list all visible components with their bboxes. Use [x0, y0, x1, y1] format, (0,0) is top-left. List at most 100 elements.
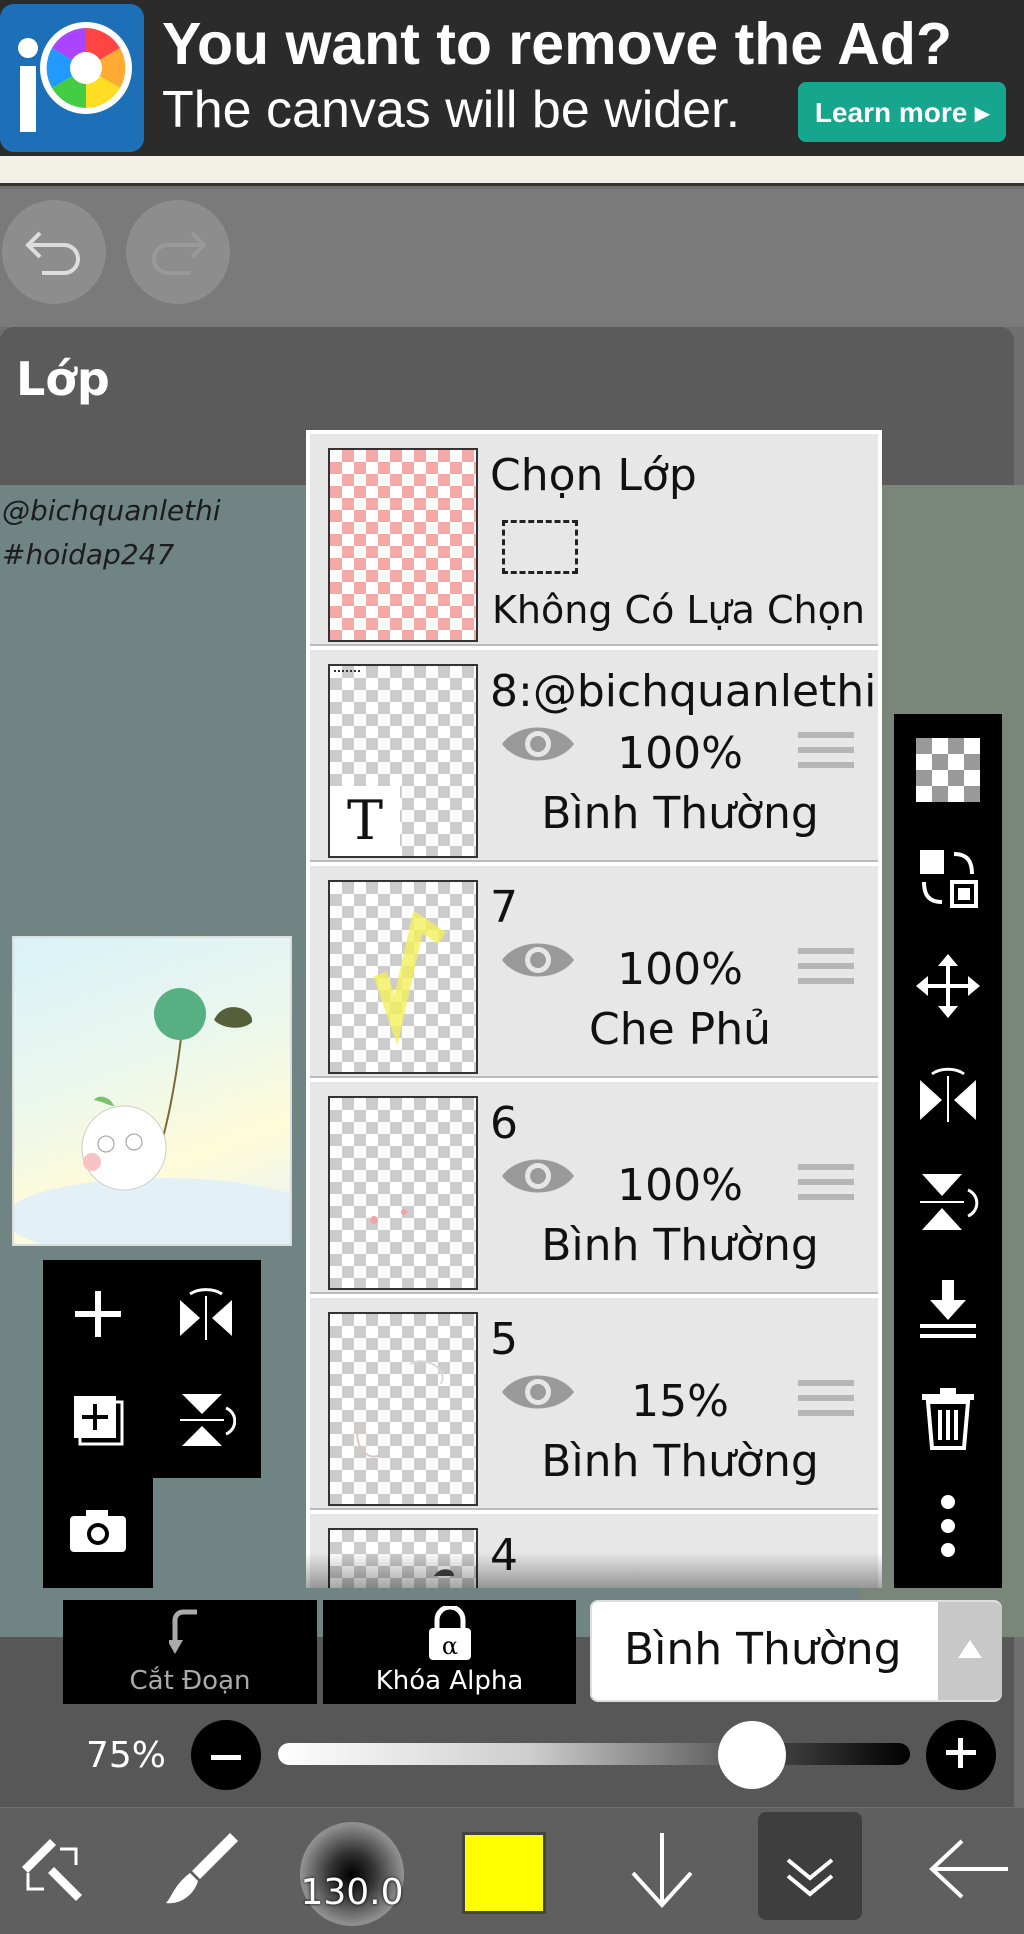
redo-icon	[146, 225, 210, 279]
undo-button[interactable]	[2, 200, 106, 304]
brush-tool-button[interactable]	[150, 1808, 254, 1934]
layer-right-toolbar	[894, 714, 1002, 1588]
clipping-icon	[167, 1608, 211, 1666]
swap-layers-icon	[916, 846, 980, 914]
add-layer-button[interactable]	[48, 1266, 148, 1366]
transform-tool-button[interactable]	[0, 1808, 104, 1934]
selection-status: Không Có Lựa Chọn	[492, 588, 865, 632]
swap-layer-button[interactable]	[894, 826, 1002, 934]
move-icon	[916, 954, 980, 1022]
trash-icon	[920, 1386, 976, 1454]
selection-layer-row[interactable]: Chọn Lớp Không Có Lựa Chọn	[310, 434, 878, 646]
clipping-label: Cắt Đoạn	[129, 1666, 251, 1696]
layer-panel-title: Lớp	[16, 352, 110, 406]
alpha-lock-label: Khóa Alpha	[375, 1666, 524, 1696]
layer-row[interactable]: 7 100% Che Phủ	[310, 866, 878, 1078]
selection-layer-thumbnail	[328, 448, 478, 642]
canvas-watermark-2: #hoidap247	[2, 538, 175, 571]
camera-button[interactable]	[48, 1482, 148, 1582]
eye-icon[interactable]	[500, 936, 576, 984]
thumbnail-text-mark	[334, 670, 360, 678]
layer-name: 6	[490, 1098, 518, 1149]
back-button[interactable]	[912, 1808, 1024, 1934]
double-chevron-down-icon	[784, 1852, 836, 1906]
opacity-decrease-button[interactable]	[191, 1720, 261, 1790]
layer-blend-mode: Che Phủ	[589, 1004, 771, 1055]
layer-blend-mode: Bình Thường	[541, 1220, 819, 1271]
layer-row[interactable]: T 8:@bichquanlethi 100% Bình Thường	[310, 650, 878, 862]
camera-icon	[68, 1506, 128, 1558]
flip-layer-vertical-button[interactable]	[156, 1372, 256, 1472]
layer-opacity: 100%	[617, 1160, 743, 1211]
lock-icon: α	[427, 1604, 473, 1666]
arrow-left-icon	[926, 1839, 1010, 1903]
canvas-preview[interactable]	[12, 936, 292, 1246]
layer-name: 5	[490, 1314, 518, 1365]
drag-handle-icon[interactable]	[798, 1380, 854, 1424]
drag-handle-icon[interactable]	[798, 732, 854, 776]
opacity-increase-button[interactable]	[926, 1720, 996, 1790]
move-layer-button[interactable]	[894, 934, 1002, 1042]
flip-horizontal-icon	[176, 1286, 236, 1346]
list-fade	[306, 1552, 882, 1588]
flip-vertical-icon	[176, 1390, 237, 1454]
alpha-lock-button[interactable]: α Khóa Alpha	[323, 1600, 576, 1704]
layer-thumbnail: T	[328, 664, 478, 858]
transform-tool-icon	[10, 1827, 94, 1915]
merge-down-button[interactable]	[894, 1258, 1002, 1366]
copy-layer-button[interactable]	[48, 1372, 148, 1472]
flip-layer-horizontal-button[interactable]	[156, 1266, 256, 1366]
brush-size-value: 130.0	[300, 1872, 404, 1913]
eye-icon[interactable]	[500, 720, 576, 768]
add-layer-copy-icon	[70, 1392, 126, 1452]
layer-name: 7	[490, 882, 518, 933]
drag-handle-icon[interactable]	[798, 948, 854, 992]
layer-blend-mode: Bình Thường	[541, 788, 819, 839]
triangle-up-icon	[956, 1638, 984, 1664]
blend-mode-dropdown-arrow[interactable]	[938, 1602, 1002, 1700]
canvas-watermark-1: @bichquanlethi	[2, 494, 221, 527]
eye-icon[interactable]	[500, 1152, 576, 1200]
opacity-slider-track[interactable]	[278, 1743, 910, 1765]
undo-icon	[22, 225, 86, 279]
transparent-fill-button[interactable]	[894, 718, 1002, 826]
ibis-paint-icon	[0, 4, 144, 152]
text-layer-badge: T	[330, 786, 400, 856]
layer-blend-mode: Bình Thường	[541, 1436, 819, 1487]
transparent-fill-icon	[916, 738, 980, 806]
layers-button[interactable]	[758, 1812, 862, 1920]
layer-row[interactable]: 6 100% Bình Thường	[310, 1082, 878, 1294]
color-swatch[interactable]	[462, 1832, 546, 1914]
blend-mode-value: Bình Thường	[624, 1624, 902, 1675]
redo-button[interactable]	[126, 200, 230, 304]
layer-thumbnail	[328, 880, 478, 1074]
layer-opacity: 15%	[631, 1376, 729, 1427]
drag-handle-icon[interactable]	[798, 1164, 854, 1208]
more-options-button[interactable]	[894, 1474, 1002, 1582]
eye-icon[interactable]	[500, 1368, 576, 1416]
flip-vertical-button[interactable]	[894, 1150, 1002, 1258]
delete-layer-button[interactable]	[894, 1366, 1002, 1474]
layer-list[interactable]: Chọn Lớp Không Có Lựa Chọn T 8:@bichquan…	[306, 430, 882, 1588]
blend-mode-select[interactable]: Bình Thường	[590, 1600, 1002, 1702]
plus-icon	[946, 1738, 976, 1772]
flip-horizontal-button[interactable]	[894, 1042, 1002, 1150]
layer-thumbnail	[328, 1312, 478, 1506]
ad-title: You want to remove the Ad?	[162, 11, 952, 77]
learn-more-button[interactable]: Learn more ▸	[798, 82, 1006, 142]
layer-row[interactable]: 5 15% Bình Thường	[310, 1298, 878, 1510]
clipping-button[interactable]: Cắt Đoạn	[63, 1600, 317, 1704]
plus-icon	[73, 1289, 123, 1343]
layer-name: 8:@bichquanlethi	[490, 666, 877, 717]
scroll-down-button[interactable]	[610, 1808, 714, 1934]
flip-horizontal-icon	[916, 1064, 980, 1128]
svg-text:α: α	[442, 1632, 458, 1660]
more-vertical-icon	[938, 1494, 958, 1562]
merge-down-icon	[916, 1278, 980, 1346]
flip-vertical-icon	[916, 1170, 980, 1238]
layer-opacity: 100%	[617, 944, 743, 995]
ad-subtitle: The canvas will be wider.	[162, 81, 741, 139]
opacity-slider-thumb[interactable]	[718, 1721, 786, 1789]
arrow-down-icon	[627, 1829, 697, 1913]
ad-divider	[0, 156, 1024, 186]
